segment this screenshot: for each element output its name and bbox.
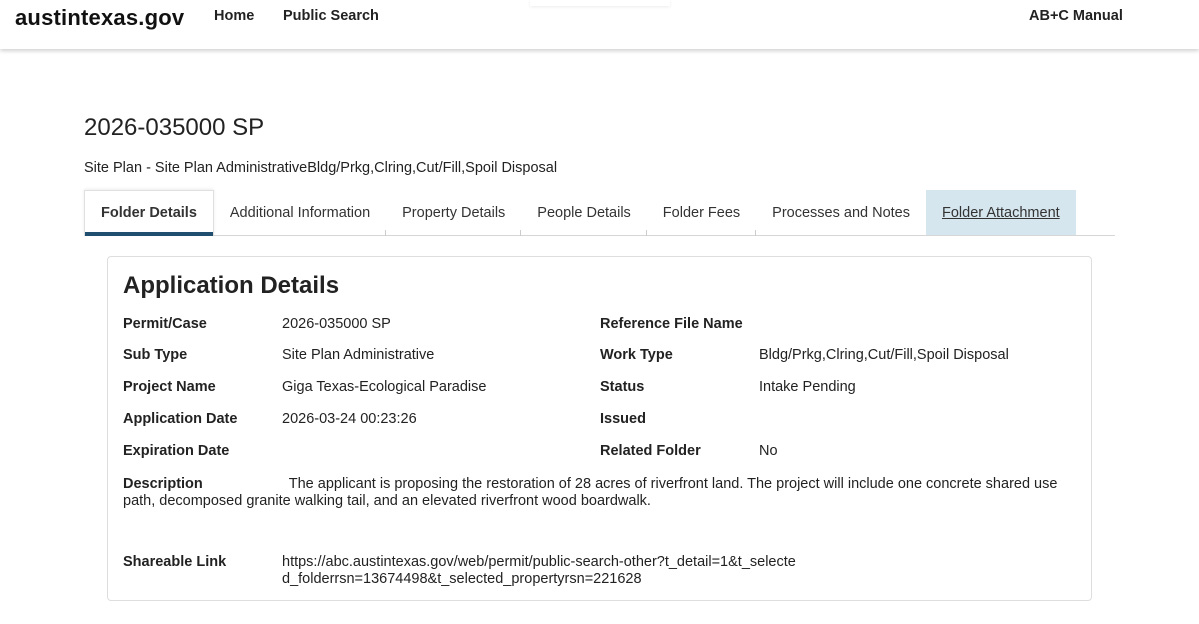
permit-label: Permit/Case xyxy=(123,316,207,332)
reference-file-label: Reference File Name xyxy=(600,316,743,332)
work-type-value: Bldg/Prkg,Clring,Cut/Fill,Spoil Disposal xyxy=(759,347,1009,363)
description-label: Description xyxy=(123,476,203,492)
tab-label: Folder Fees xyxy=(662,204,741,221)
tab-label: Additional Information xyxy=(229,204,371,221)
tab-processes-and-notes[interactable]: Processes and Notes xyxy=(756,190,926,235)
subtype-label: Sub Type xyxy=(123,347,188,363)
top-navigation-bar: austintexas.gov Home Public Search AB+C … xyxy=(0,0,1199,49)
tab-folder-fees[interactable]: Folder Fees xyxy=(647,190,757,236)
tab-additional-information[interactable]: Additional Information xyxy=(214,190,387,236)
tab-label: Property Details xyxy=(402,204,506,221)
active-tab-indicator xyxy=(85,232,213,236)
status-label: Status xyxy=(600,379,645,395)
related-folder-label: Related Folder xyxy=(600,443,701,459)
description-value: The applicant is proposing the restorati… xyxy=(123,476,1058,509)
tab-property-details[interactable]: Property Details xyxy=(386,190,522,236)
tab-label: Folder Attachment xyxy=(942,204,1060,221)
project-name-label: Project Name xyxy=(123,379,216,395)
description-block: Description The applicant is proposing th… xyxy=(123,476,1073,510)
section-title: Application Details xyxy=(123,272,340,299)
folder-subtitle: Site Plan - Site Plan AdministrativeBldg… xyxy=(84,160,558,176)
related-folder-value: No xyxy=(759,443,778,459)
nav-home-link[interactable]: Home xyxy=(214,8,254,24)
shareable-link-label: Shareable Link xyxy=(123,554,227,570)
status-value: Intake Pending xyxy=(759,379,856,395)
nav-decoration xyxy=(530,0,670,6)
tab-label: Folder Details xyxy=(101,205,197,221)
expiration-date-label: Expiration Date xyxy=(123,443,230,459)
application-details-card: Application Details Permit/Case 2026-035… xyxy=(107,256,1092,601)
issued-label: Issued xyxy=(600,411,646,427)
subtype-value: Site Plan Administrative xyxy=(282,347,435,363)
site-logo[interactable]: austintexas.gov xyxy=(15,5,184,31)
nav-manual-link[interactable]: AB+C Manual xyxy=(1029,8,1123,24)
work-type-label: Work Type xyxy=(600,347,673,363)
shareable-link-value[interactable]: https://abc.austintexas.gov/web/permit/p… xyxy=(282,554,802,588)
project-name-value: Giga Texas-Ecological Paradise xyxy=(282,379,487,395)
application-date-label: Application Date xyxy=(123,411,238,427)
nav-public-search-link[interactable]: Public Search xyxy=(283,8,379,24)
permit-value: 2026-035000 SP xyxy=(282,316,391,332)
tab-folder-attachment[interactable]: Folder Attachment xyxy=(926,190,1076,235)
tab-folder-details[interactable]: Folder Details xyxy=(84,190,214,236)
tab-label: Processes and Notes xyxy=(772,204,910,221)
folder-number-title: 2026-035000 SP xyxy=(84,114,265,141)
tab-people-details[interactable]: People Details xyxy=(521,190,647,236)
folder-tabs: Folder Details Additional Information Pr… xyxy=(84,190,1115,236)
tab-label: People Details xyxy=(537,204,631,221)
application-date-value: 2026-03-24 00:23:26 xyxy=(282,411,417,427)
